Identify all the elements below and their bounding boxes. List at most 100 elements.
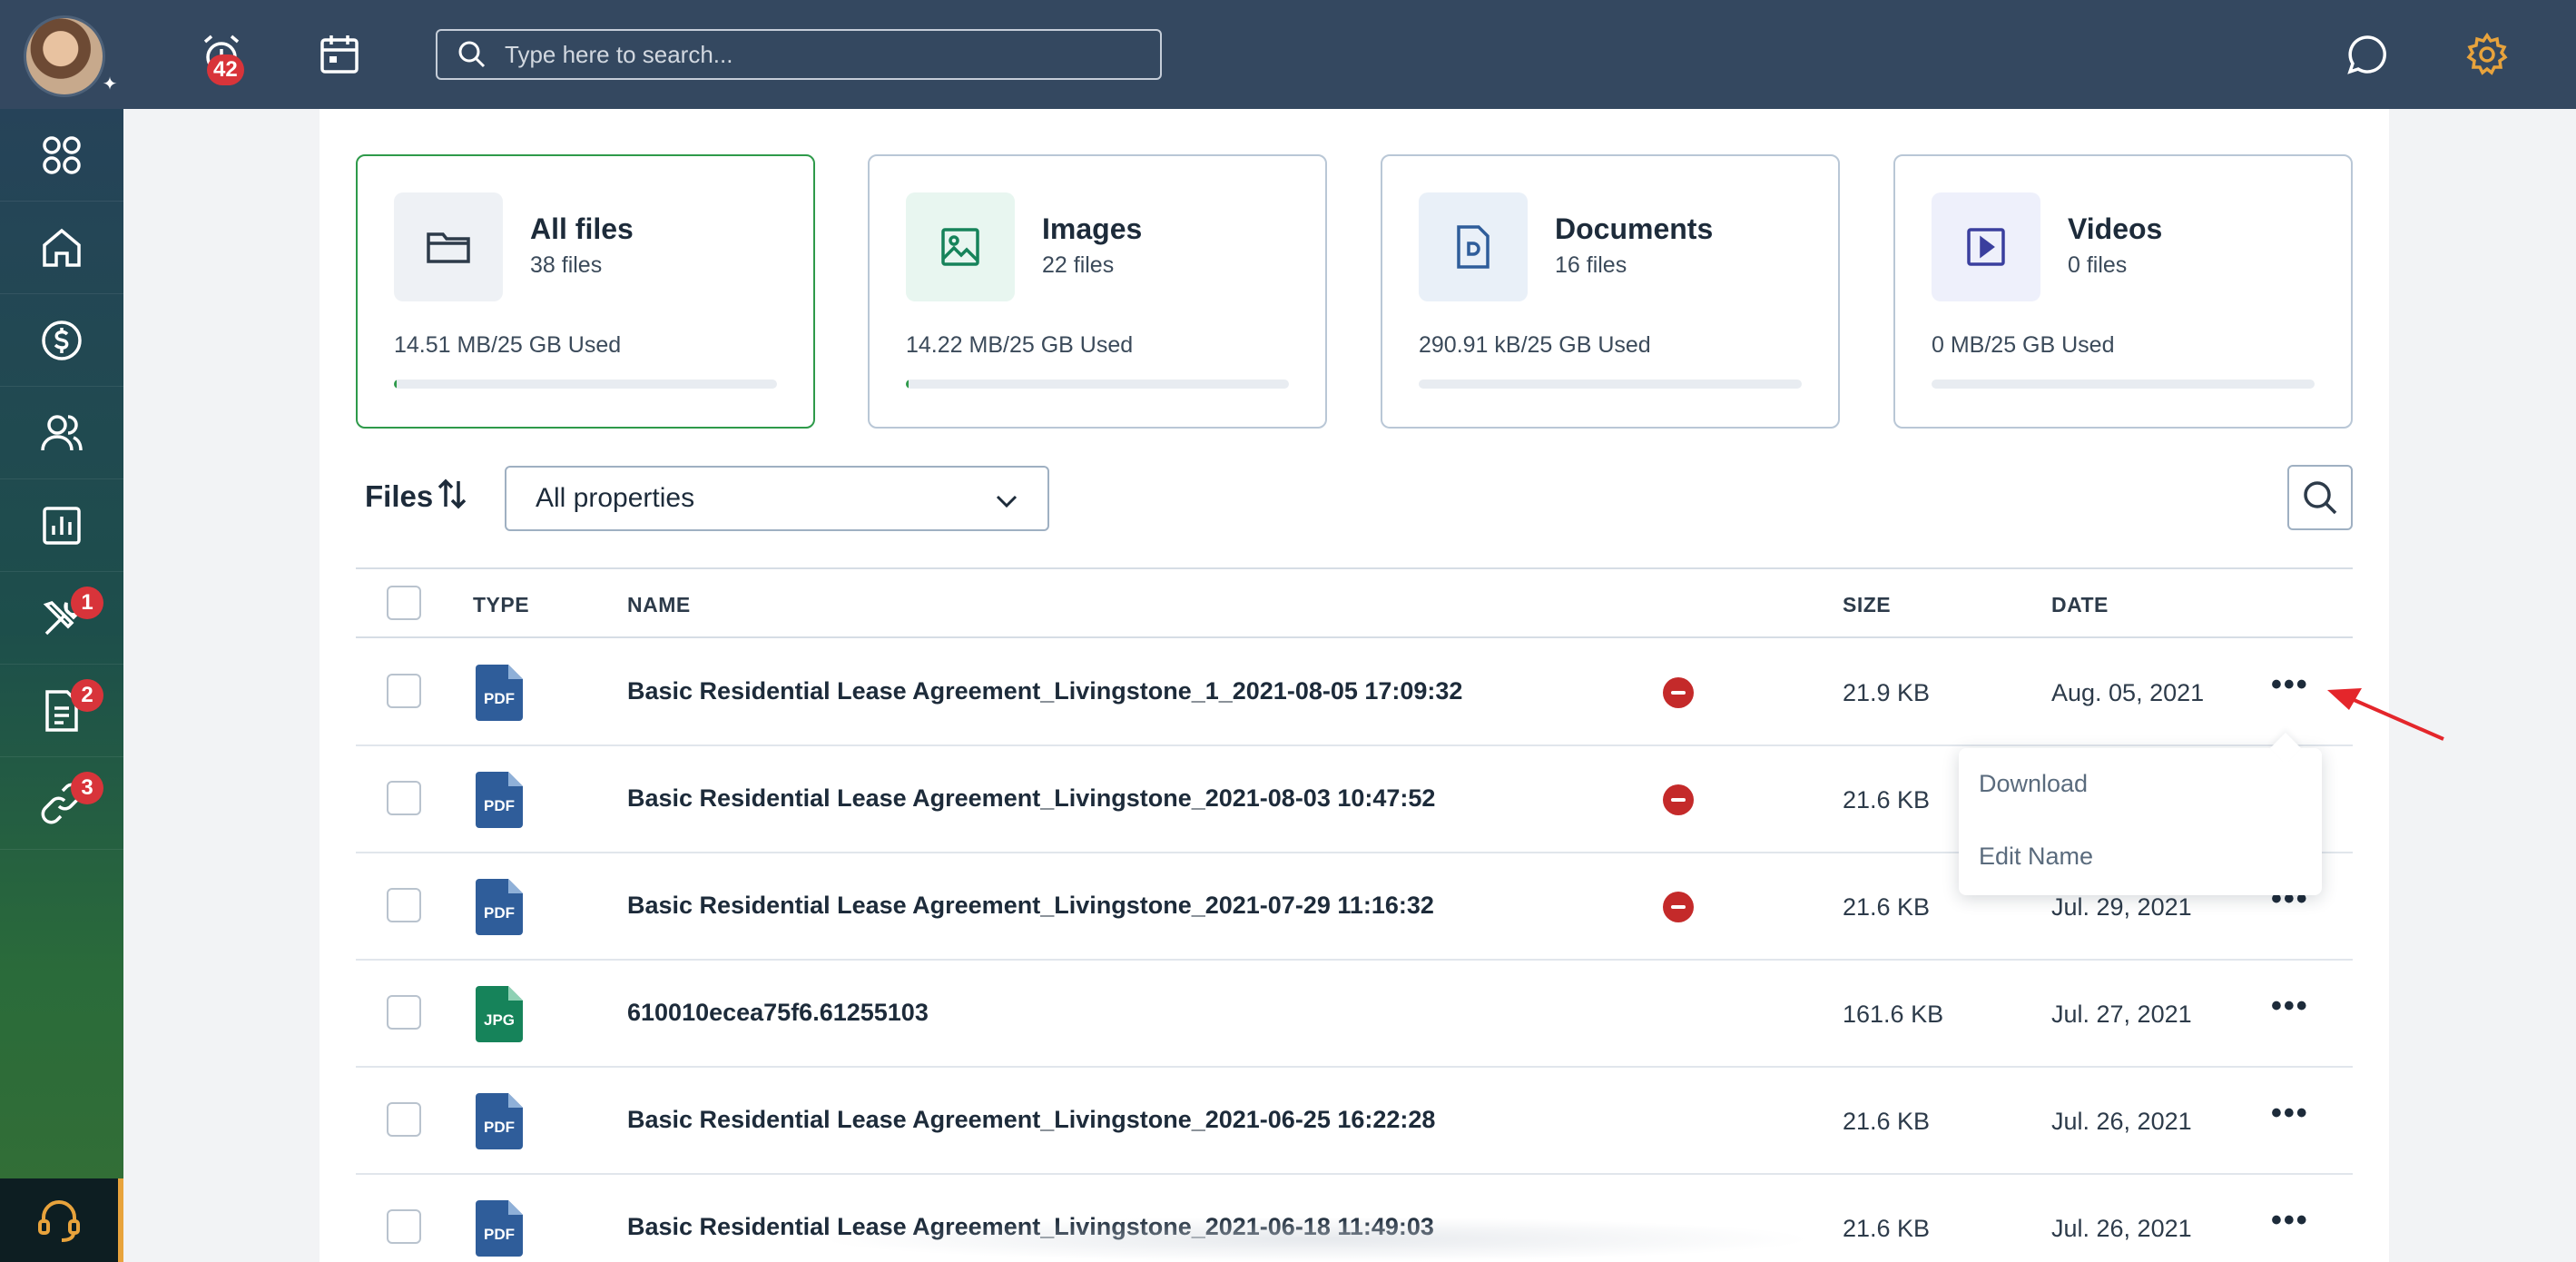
row-checkbox[interactable]	[387, 781, 421, 815]
sidebar-item-documents[interactable]: 2	[0, 665, 123, 757]
table-row[interactable]: PDF Basic Residential Lease Agreement_Li…	[356, 639, 2353, 746]
column-header-date[interactable]: DATE	[2051, 593, 2109, 617]
sidebar-item-links[interactable]: 3	[0, 757, 123, 850]
global-search[interactable]	[436, 29, 1162, 80]
chevron-down-icon	[996, 495, 1018, 508]
storage-progress-fill	[906, 380, 909, 389]
properties-filter-select[interactable]: All properties	[505, 466, 1049, 531]
table-row[interactable]: JPG 610010ecea75f6.61255103 161.6 KB Jul…	[356, 961, 2353, 1068]
alarm-clock-button[interactable]: 42	[194, 27, 249, 85]
sort-button[interactable]	[436, 478, 468, 515]
pdf-file-icon: PDF	[476, 1200, 523, 1257]
row-checkbox[interactable]	[387, 888, 421, 922]
sidebar-item-people[interactable]	[0, 387, 123, 479]
pin-icon: ✦	[102, 74, 118, 94]
more-options-icon[interactable]: •••	[2271, 1098, 2316, 1131]
users-icon	[41, 414, 83, 450]
row-checkbox[interactable]	[387, 1102, 421, 1137]
file-size: 21.6 KB	[1843, 1215, 1931, 1242]
file-date: Jul. 27, 2021	[2051, 1001, 2192, 1028]
pdf-file-icon: PDF	[476, 1093, 523, 1149]
card-all-files[interactable]: All files 38 files 14.51 MB/25 GB Used	[356, 154, 815, 429]
card-title: All files	[530, 212, 634, 245]
card-documents[interactable]: Documents 16 files 290.91 kB/25 GB Used	[1381, 154, 1840, 429]
apps-grid-icon	[43, 135, 81, 174]
dollar-icon	[42, 320, 82, 360]
card-icon-box	[1932, 192, 2040, 301]
table-row[interactable]: PDF Basic Residential Lease Agreement_Li…	[356, 1068, 2353, 1175]
card-icon-box	[394, 192, 503, 301]
card-images[interactable]: Images 22 files 14.22 MB/25 GB Used	[868, 154, 1327, 429]
settings-button[interactable]	[2460, 27, 2514, 82]
sidebar-item-reports[interactable]	[0, 479, 123, 572]
pdf-file-icon: PDF	[476, 772, 523, 828]
menu-item-download[interactable]: Download	[1979, 770, 2088, 798]
documents-badge: 2	[71, 679, 103, 712]
maintenance-badge: 1	[71, 587, 103, 619]
document-file-icon	[1457, 225, 1490, 269]
card-title: Images	[1042, 212, 1143, 245]
row-checkbox[interactable]	[387, 1209, 421, 1244]
row-checkbox[interactable]	[387, 674, 421, 708]
pdf-file-icon: PDF	[476, 879, 523, 935]
remove-icon[interactable]	[1663, 677, 1694, 708]
storage-progress-bar	[394, 380, 777, 389]
reports-icon	[43, 506, 81, 545]
menu-item-edit-name[interactable]: Edit Name	[1979, 843, 2093, 871]
sidebar-item-home[interactable]	[0, 202, 123, 294]
sort-arrows-icon	[438, 478, 467, 509]
card-storage-used: 0 MB/25 GB Used	[1932, 332, 2115, 358]
file-size: 21.6 KB	[1843, 1108, 1931, 1135]
file-size: 21.9 KB	[1843, 679, 1931, 706]
image-icon	[941, 228, 979, 266]
file-date: Jul. 26, 2021	[2051, 1215, 2192, 1242]
search-input[interactable]	[505, 40, 1140, 69]
more-options-icon[interactable]: •••	[2271, 669, 2316, 703]
card-videos[interactable]: Videos 0 files 0 MB/25 GB Used	[1893, 154, 2353, 429]
file-date: Aug. 05, 2021	[2051, 679, 2205, 706]
row-checkbox[interactable]	[387, 995, 421, 1030]
pdf-file-icon: PDF	[476, 665, 523, 721]
chat-bubble-icon	[2347, 35, 2386, 74]
more-options-icon[interactable]: •••	[2271, 991, 2316, 1024]
avatar[interactable]	[24, 15, 105, 97]
column-header-name[interactable]: NAME	[627, 593, 691, 617]
storage-progress-bar	[1932, 380, 2315, 389]
card-title: Documents	[1555, 212, 1714, 245]
card-storage-used: 14.51 MB/25 GB Used	[394, 332, 622, 358]
column-header-size[interactable]: SIZE	[1843, 593, 1891, 617]
file-date: Jul. 29, 2021	[2051, 893, 2192, 921]
file-name[interactable]: Basic Residential Lease Agreement_Living…	[627, 677, 1462, 705]
chat-button[interactable]	[2340, 27, 2394, 82]
jpg-file-icon: JPG	[476, 986, 523, 1042]
file-type-label: PDF	[484, 904, 515, 922]
annotation-arrow-icon	[2327, 688, 2444, 741]
sidebar-item-apps[interactable]	[0, 109, 123, 202]
storage-progress-fill	[394, 380, 397, 389]
gear-icon	[2466, 32, 2508, 75]
file-type-label: PDF	[484, 797, 515, 814]
headset-icon	[38, 1200, 80, 1242]
remove-icon[interactable]	[1663, 784, 1694, 815]
more-options-icon[interactable]: •••	[2271, 1205, 2316, 1238]
calendar-button[interactable]	[312, 27, 367, 82]
file-name[interactable]: 610010ecea75f6.61255103	[627, 999, 929, 1027]
card-file-count: 22 files	[1042, 252, 1115, 278]
file-name[interactable]: Basic Residential Lease Agreement_Living…	[627, 892, 1434, 920]
sidebar: 1 2 3	[0, 109, 123, 1262]
support-button[interactable]	[0, 1178, 123, 1262]
table-search-button[interactable]	[2287, 465, 2353, 530]
select-all-checkbox[interactable]	[387, 586, 421, 620]
sidebar-item-finance[interactable]	[0, 294, 123, 387]
file-name[interactable]: Basic Residential Lease Agreement_Living…	[627, 784, 1435, 813]
home-icon	[43, 228, 81, 267]
calendar-icon	[320, 35, 359, 74]
sidebar-item-maintenance[interactable]: 1	[0, 572, 123, 665]
video-icon	[1967, 228, 2005, 266]
file-name[interactable]: Basic Residential Lease Agreement_Living…	[627, 1106, 1435, 1134]
column-header-type[interactable]: TYPE	[473, 593, 529, 617]
file-type-label: PDF	[484, 1226, 515, 1243]
card-file-count: 16 files	[1555, 252, 1627, 278]
storage-progress-bar	[1419, 380, 1802, 389]
remove-icon[interactable]	[1663, 892, 1694, 922]
